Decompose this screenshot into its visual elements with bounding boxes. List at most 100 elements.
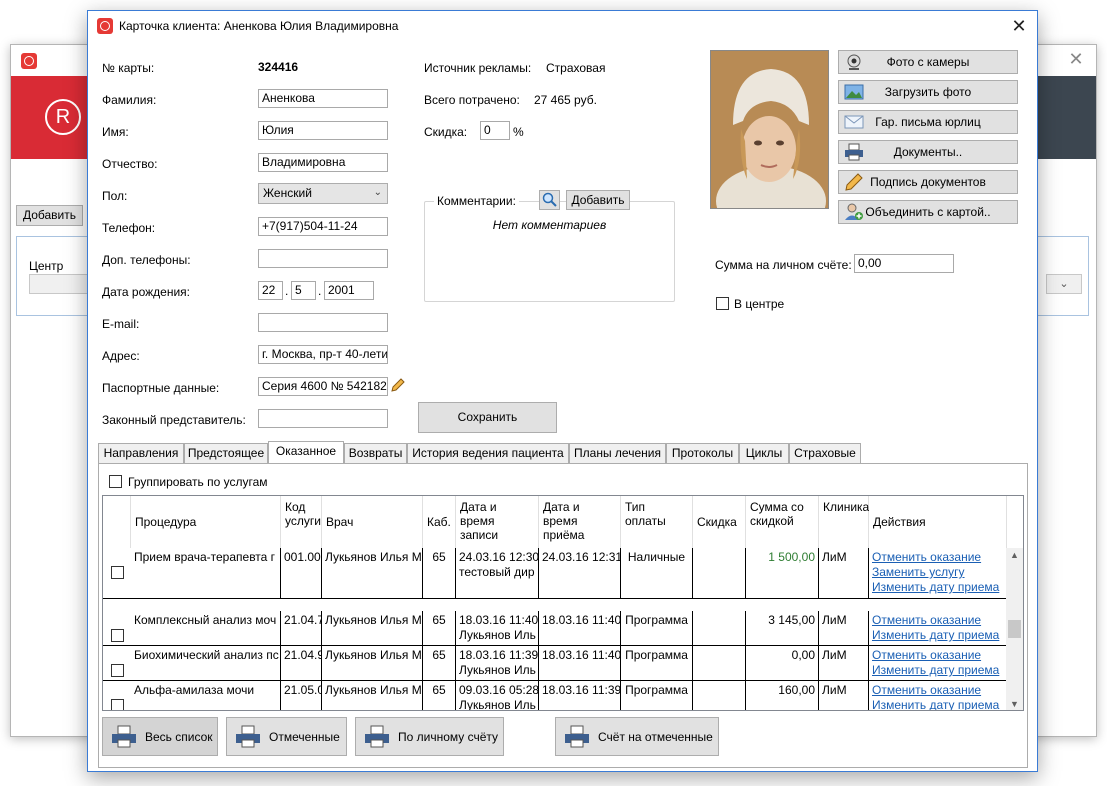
cell-record[interactable]: 18.03.16 11:39 Лукьянов Иль [456,646,539,681]
group-by-services-checkbox[interactable] [109,475,122,488]
action-link[interactable]: Отменить оказание [872,683,1003,698]
add-button[interactable]: Добавить [16,205,83,226]
table-header-visit-date[interactable]: Дата и время приёма [539,496,621,548]
cell-doctor[interactable]: Лукьянов Илья М [322,611,423,646]
cell-record[interactable]: 18.03.16 11:40 Лукьянов Иль [456,611,539,646]
documents-button[interactable]: Документы.. [838,140,1018,164]
close-icon[interactable]: ✕ [1066,49,1086,69]
email-field[interactable] [258,313,388,332]
tab-treatment-plans[interactable]: Планы лечения [569,443,666,464]
cell-pay[interactable]: Программа [621,646,693,681]
action-link[interactable]: Отменить оказание [872,613,1003,628]
table-header-discount[interactable]: Скидка [693,496,746,548]
action-link[interactable]: Отменить оказание [872,550,1003,565]
cell-cabinet[interactable]: 65 [423,681,456,710]
birth-month-field[interactable]: 5 [291,281,316,300]
table-row[interactable]: Альфа-амилаза мочи 21.05.0 Лукьянов Илья М… [103,681,1007,710]
tab-directions[interactable]: Направления [98,443,184,464]
table-header-procedure[interactable]: Процедура [131,496,281,548]
print-selected-button[interactable]: Отмеченные [226,717,347,756]
tab-cycles[interactable]: Циклы [739,443,789,464]
cell-procedure[interactable]: Альфа-амилаза мочи [131,681,281,710]
scroll-up-icon[interactable]: ▲ [1006,548,1023,562]
table-header-record-date[interactable]: Дата и время записи [456,496,539,548]
cell-sum[interactable]: 160,00 [746,681,819,710]
sign-documents-button[interactable]: Подпись документов [838,170,1018,194]
action-link[interactable]: Изменить дату приема [872,580,1003,595]
cell-pay[interactable]: Программа [621,681,693,710]
cell-code[interactable]: 001.00 [281,548,322,599]
cell-discount[interactable] [693,646,746,681]
birth-year-field[interactable]: 2001 [324,281,374,300]
first-name-field[interactable]: Юлия [258,121,388,140]
address-field[interactable]: г. Москва, пр-т 40-лети [258,345,388,364]
comments-search-button[interactable] [539,190,560,210]
scroll-down-icon[interactable]: ▼ [1006,697,1023,710]
cell-procedure[interactable]: Биохимический анализ пс [131,646,281,681]
guarantee-letters-button[interactable]: Гар. письма юрлиц [838,110,1018,134]
table-header-code[interactable]: Код услуги [281,496,322,548]
extra-phones-field[interactable] [258,249,388,268]
camera-photo-button[interactable]: Фото с камеры [838,50,1018,74]
action-link[interactable]: Изменить дату приема [872,663,1003,678]
cell-clinic[interactable]: ЛиМ [819,646,869,681]
table-scrollbar[interactable]: ▲ ▼ [1006,548,1023,710]
table-row[interactable]: Комплексный анализ моч 21.04.7 Лукьянов Ил… [103,611,1007,646]
table-header-sum[interactable]: Сумма со скидкой [746,496,819,548]
balance-field[interactable]: 0,00 [854,254,954,273]
merge-card-button[interactable]: Объединить с картой.. [838,200,1018,224]
row-select-checkbox[interactable] [111,699,124,710]
cell-visit[interactable]: 24.03.16 12:31 [539,548,621,599]
cell-visit[interactable]: 18.03.16 11:40 [539,646,621,681]
in-center-checkbox[interactable] [716,297,729,310]
cell-cabinet[interactable]: 65 [423,611,456,646]
cell-procedure[interactable]: Комплексный анализ моч [131,611,281,646]
tab-returns[interactable]: Возвраты [344,443,407,464]
cell-sum[interactable]: 3 145,00 [746,611,819,646]
table-row[interactable]: Биохимический анализ пс 21.04.9 Лукьянов И… [103,646,1007,681]
table-header-doctor[interactable]: Врач [322,496,423,548]
cell-discount[interactable] [693,548,746,599]
cell-code[interactable]: 21.04.7 [281,611,322,646]
sex-select[interactable]: Женский ⌄ [258,183,388,204]
cell-code[interactable]: 21.04.9 [281,646,322,681]
upload-photo-button[interactable]: Загрузить фото [838,80,1018,104]
cell-visit[interactable]: 18.03.16 11:40 [539,611,621,646]
cell-clinic[interactable]: ЛиМ [819,611,869,646]
cell-cabinet[interactable]: 65 [423,646,456,681]
representative-field[interactable] [258,409,388,428]
tab-upcoming[interactable]: Предстоящее [184,443,268,464]
print-by-account-button[interactable]: По личному счёту [355,717,504,756]
cell-clinic[interactable]: ЛиМ [819,548,869,599]
cell-sum[interactable]: 1 500,00 [746,548,819,599]
scroll-thumb[interactable] [1008,620,1021,638]
cell-discount[interactable] [693,611,746,646]
cell-record[interactable]: 24.03.16 12:30 тестовый дир [456,548,539,599]
action-link[interactable]: Заменить услугу [872,565,1003,580]
chevron-down-icon[interactable]: ⌄ [1046,274,1082,294]
cell-discount[interactable] [693,681,746,710]
pencil-icon[interactable] [390,377,406,393]
passport-field[interactable]: Серия 4600 № 542182 [258,377,388,396]
discount-field[interactable]: 0 [480,121,510,140]
cell-doctor[interactable]: Лукьянов Илья М [322,681,423,710]
comments-add-button[interactable]: Добавить [566,190,630,210]
table-header-pay-type[interactable]: Тип оплаты [621,496,693,548]
last-name-field[interactable]: Аненкова [258,89,388,108]
cell-record[interactable]: 09.03.16 05:28 Лукьянов Иль [456,681,539,710]
cell-code[interactable]: 21.05.0 [281,681,322,710]
phone-field[interactable]: +7(917)504-11-24 [258,217,388,236]
print-all-button[interactable]: Весь список [102,717,218,756]
tab-patient-history[interactable]: История ведения пациента [407,443,569,464]
row-select-checkbox[interactable] [111,629,124,642]
cell-clinic[interactable]: ЛиМ [819,681,869,710]
invoice-selected-button[interactable]: Счёт на отмеченные [555,717,719,756]
cell-cabinet[interactable]: 65 [423,548,456,599]
tab-rendered[interactable]: Оказанное [268,441,344,465]
cell-doctor[interactable]: Лукьянов Илья М [322,646,423,681]
action-link[interactable]: Отменить оказание [872,648,1003,663]
table-header-cabinet[interactable]: Каб. [423,496,456,548]
birth-day-field[interactable]: 22 [258,281,283,300]
cell-visit[interactable]: 18.03.16 11:39 [539,681,621,710]
cell-procedure[interactable]: Прием врача-терапевта г [131,548,281,599]
